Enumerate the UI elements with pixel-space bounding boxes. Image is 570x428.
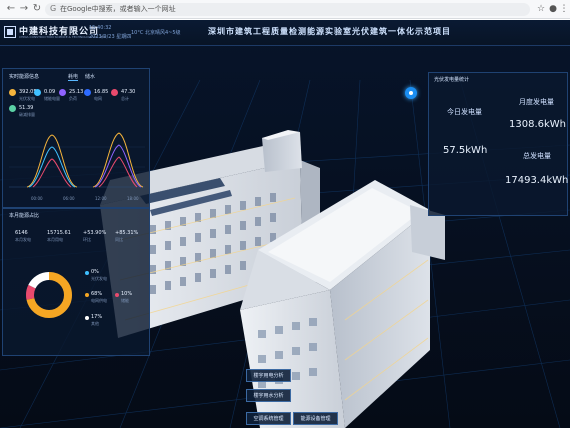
storage-dot-icon bbox=[34, 89, 41, 96]
load-dot-icon bbox=[59, 89, 66, 96]
month-value: 1308.6kWh bbox=[509, 119, 567, 130]
axis-label: 12:00 bbox=[95, 196, 107, 201]
building-electricity-button[interactable]: 楼宇用电分析 bbox=[246, 369, 291, 382]
today-value: 57.5kWh bbox=[443, 145, 488, 156]
stat-value: +85.31% bbox=[115, 230, 139, 236]
axis-label: 06:00 bbox=[63, 196, 75, 201]
hvac-management-button[interactable]: 空调系统管理 bbox=[246, 412, 291, 425]
stat-label: 总计 bbox=[121, 96, 129, 101]
location-pin-icon[interactable] bbox=[405, 87, 417, 99]
solar-dot-icon bbox=[9, 89, 16, 96]
building-water-button[interactable]: 楼宇用水分析 bbox=[246, 389, 291, 402]
dashboard-header: 中建科技有限公司 CHINA CONSTRUCTION SCIENCE & TE… bbox=[0, 20, 570, 46]
stat-value: 0.09 bbox=[44, 89, 56, 95]
carbon-dot-icon bbox=[9, 105, 16, 112]
stat-label: 本月发电 bbox=[15, 237, 31, 242]
legend-label: 其他 bbox=[91, 321, 99, 326]
today-label: 今日发电量 bbox=[447, 108, 482, 116]
stat-label: 光伏发电 bbox=[19, 96, 35, 101]
energy-curve-chart bbox=[9, 132, 145, 188]
current-date: 2023/9/23 星期四 bbox=[89, 34, 132, 40]
total-dot-icon bbox=[111, 89, 118, 96]
back-arrow-icon[interactable]: ← bbox=[5, 3, 17, 15]
legend-dot-icon bbox=[85, 271, 89, 275]
google-g-icon: G bbox=[50, 4, 57, 13]
forward-arrow-icon[interactable]: → bbox=[18, 3, 30, 15]
current-time: 15:40:32 bbox=[89, 25, 112, 31]
legend-label: 光伏发电 bbox=[91, 276, 107, 281]
realtime-energy-panel: 实时能源信息 耗电 储水 392.05 光伏发电 0.09 储能电量 25.13… bbox=[2, 68, 150, 208]
legend-dot-icon bbox=[85, 316, 89, 320]
axis-label: 00:00 bbox=[31, 196, 43, 201]
legend-value: 10% bbox=[121, 291, 133, 297]
stat-value: +53.90% bbox=[83, 230, 107, 236]
project-title: 深圳市建筑工程质量检测能源实验室光伏建筑一体化示范项目 bbox=[208, 27, 451, 36]
panel-title: 本月能源占比 bbox=[9, 213, 40, 219]
month-label: 月度发电量 bbox=[519, 98, 554, 106]
star-icon[interactable]: ☆ bbox=[535, 3, 547, 15]
stat-label: 碳减排量 bbox=[19, 112, 35, 117]
stat-value: 15715.61 bbox=[47, 230, 71, 236]
panel-title: 光伏发电量统计 bbox=[434, 77, 470, 83]
stat-label: 同比 bbox=[115, 237, 123, 242]
legend-label: 储能 bbox=[121, 298, 129, 303]
stat-label: 负荷 bbox=[69, 96, 77, 101]
total-value: 17493.4kWh bbox=[505, 175, 569, 186]
grid-dot-icon bbox=[84, 89, 91, 96]
solar-generation-panel: 光伏发电量统计 今日发电量 57.5kWh 月度发电量 1308.6kWh 总发… bbox=[428, 72, 568, 216]
energy-equipment-button[interactable]: 能源设备管理 bbox=[293, 412, 338, 425]
legend-value: 0% bbox=[91, 269, 99, 275]
panel-title: 实时能源信息 bbox=[9, 74, 40, 80]
legend-label: 电网供电 bbox=[91, 298, 107, 303]
stat-value: 25.13 bbox=[69, 89, 84, 95]
tab-electricity[interactable]: 耗电 bbox=[68, 73, 79, 81]
stat-value: 51.39 bbox=[19, 105, 34, 111]
legend-value: 17% bbox=[91, 314, 103, 320]
reload-icon[interactable]: ↻ bbox=[31, 3, 43, 15]
dashboard-stage: 中建科技有限公司 CHINA CONSTRUCTION SCIENCE & TE… bbox=[0, 20, 570, 428]
energy-donut-chart bbox=[26, 272, 72, 318]
legend-dot-icon bbox=[115, 293, 119, 297]
axis-label: 18:00 bbox=[127, 196, 139, 201]
stat-label: 本月用电 bbox=[47, 237, 63, 242]
legend-dot-icon bbox=[85, 293, 89, 297]
stat-label: 电网 bbox=[94, 96, 102, 101]
browser-toolbar: ← → ↻ G 在Google中搜索，或者输入一个网址 ☆ ● ⋮ bbox=[0, 0, 570, 19]
address-bar[interactable]: G 在Google中搜索，或者输入一个网址 bbox=[45, 3, 530, 16]
total-label: 总发电量 bbox=[523, 152, 551, 160]
stat-value: 47.30 bbox=[121, 89, 136, 95]
weather-info: 10°C 北京晴风4~5级 bbox=[131, 30, 181, 36]
address-placeholder: 在Google中搜索，或者输入一个网址 bbox=[60, 5, 176, 13]
stat-value: 6146 bbox=[15, 230, 28, 236]
tab-water[interactable]: 储水 bbox=[85, 73, 95, 80]
company-logo-icon bbox=[4, 26, 16, 38]
stat-label: 环比 bbox=[83, 237, 91, 242]
menu-icon[interactable]: ⋮ bbox=[558, 3, 570, 15]
monthly-energy-panel: 本月能源占比 6146 本月发电 15715.61 本月用电 +53.90% 环… bbox=[2, 208, 150, 356]
stat-label: 储能电量 bbox=[44, 96, 60, 101]
legend-value: 68% bbox=[91, 291, 103, 297]
stat-value: 16.85 bbox=[94, 89, 109, 95]
